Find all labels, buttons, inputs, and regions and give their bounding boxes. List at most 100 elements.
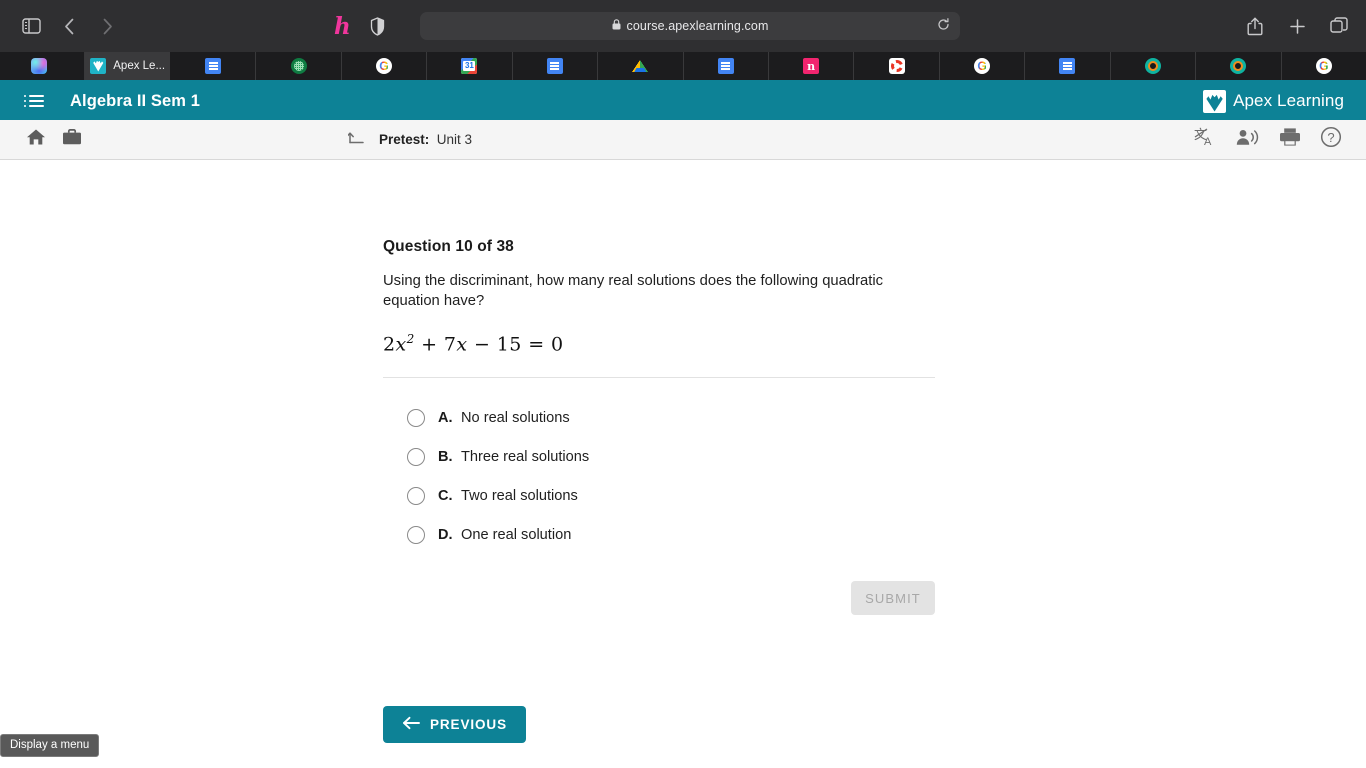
- question-number-heading: Question 10 of 38: [383, 238, 514, 255]
- brand-name: Apex Learning: [1233, 91, 1344, 110]
- google-icon: G: [1315, 58, 1332, 74]
- browser-tab[interactable]: [1025, 52, 1111, 80]
- svg-text:A: A: [1204, 136, 1212, 147]
- browser-tab[interactable]: [684, 52, 769, 80]
- browser-tab[interactable]: n: [769, 52, 855, 80]
- question-panel: Question 10 of 38 Using the discriminant…: [383, 238, 935, 616]
- read-aloud-icon[interactable]: [1236, 128, 1260, 152]
- briefcase-icon[interactable]: [62, 128, 82, 151]
- google-drive-icon: [632, 58, 649, 74]
- equation-coef1: 2: [383, 333, 396, 356]
- google-docs-icon: [546, 58, 563, 74]
- equation-constant: 15: [496, 333, 522, 356]
- shield-icon[interactable]: [361, 9, 395, 43]
- tab-strip: Apex Le... G 31 n G G: [0, 52, 1366, 82]
- option-letter: D.: [438, 526, 453, 543]
- translate-icon[interactable]: 文 A: [1194, 127, 1217, 152]
- divider: [383, 377, 935, 379]
- extensions-group: h: [334, 9, 395, 43]
- status-tooltip: Display a menu: [0, 734, 100, 757]
- honey-extension-icon[interactable]: h: [334, 15, 351, 38]
- submit-row: SUBMIT: [383, 581, 935, 616]
- share-icon[interactable]: [1238, 9, 1272, 43]
- question-prompt: Using the discriminant, how many real so…: [383, 273, 884, 309]
- answer-option-c[interactable]: C. Two real solutions: [383, 476, 935, 515]
- arrow-left-icon: [402, 716, 421, 733]
- google-docs-icon: [717, 58, 734, 74]
- equation-exponent: 2: [406, 332, 415, 347]
- browser-tab[interactable]: 31: [427, 52, 513, 80]
- browser-toolbar: h course.apexlearning.com: [0, 0, 1366, 52]
- browser-tab[interactable]: [854, 52, 940, 80]
- lock-icon: [612, 19, 621, 33]
- option-letter: B.: [438, 448, 453, 465]
- radio-button-b[interactable]: [407, 447, 425, 466]
- browser-tab[interactable]: [256, 52, 342, 80]
- option-letter: C.: [438, 487, 453, 504]
- radio-button-d[interactable]: [407, 525, 425, 544]
- equation-plus: +: [421, 333, 438, 356]
- option-letter: A.: [438, 409, 453, 426]
- radio-button-c[interactable]: [407, 486, 425, 505]
- google-docs-icon: [205, 58, 222, 74]
- activity-toolbar: Pretest: Unit 3 文 A ?: [0, 120, 1366, 160]
- svg-text:?: ?: [1327, 130, 1334, 145]
- equation-rhs: 0: [550, 333, 564, 356]
- toolbar-right-group: 文 A ?: [1194, 126, 1342, 153]
- return-arrow-icon[interactable]: [346, 129, 367, 151]
- equation-equals: =: [528, 333, 545, 356]
- google-docs-icon: [1059, 58, 1076, 74]
- app-header: Algebra II Sem 1 Apex Learning: [0, 82, 1366, 120]
- tab-label: Apex Le...: [113, 60, 166, 72]
- question-content-area: Question 10 of 38 Using the discriminant…: [0, 160, 1366, 760]
- hamburger-menu-icon[interactable]: [24, 95, 46, 107]
- option-text: Two real solutions: [461, 487, 578, 504]
- teal-ring-icon: [1230, 58, 1247, 74]
- answer-option-b[interactable]: B. Three real solutions: [383, 437, 935, 476]
- browser-tab[interactable]: [1111, 52, 1197, 80]
- browser-tab[interactable]: [1196, 52, 1282, 80]
- previous-button[interactable]: PREVIOUS: [383, 706, 526, 743]
- option-text: One real solution: [461, 526, 572, 543]
- option-text: Three real solutions: [461, 448, 590, 465]
- browser-tab[interactable]: [171, 52, 257, 80]
- course-title: Algebra II Sem 1: [70, 91, 200, 110]
- radio-button-a[interactable]: [407, 408, 425, 427]
- browser-tab[interactable]: G: [342, 52, 428, 80]
- plus-icon[interactable]: [1280, 9, 1314, 43]
- back-button[interactable]: [52, 9, 86, 43]
- teal-ring-icon: [1144, 58, 1161, 74]
- browser-tab-active[interactable]: Apex Le...: [85, 52, 171, 80]
- toolbar-left-group: [26, 128, 82, 151]
- browser-tab[interactable]: G: [940, 52, 1026, 80]
- browser-tab[interactable]: [0, 52, 86, 80]
- submit-button[interactable]: SUBMIT: [851, 581, 935, 616]
- answer-option-d[interactable]: D. One real solution: [383, 515, 935, 554]
- tab-overview-icon[interactable]: [1322, 9, 1356, 43]
- address-bar[interactable]: course.apexlearning.com: [420, 12, 960, 40]
- help-icon[interactable]: ?: [1320, 126, 1342, 153]
- home-icon[interactable]: [26, 128, 46, 151]
- previous-button-label: PREVIOUS: [430, 717, 507, 732]
- equation-minus: −: [473, 333, 491, 356]
- copilot-icon: [30, 58, 47, 74]
- green-circle-icon: [290, 58, 307, 74]
- footer-nav: PREVIOUS Display a menu: [0, 698, 1366, 760]
- answer-option-a[interactable]: A. No real solutions: [383, 398, 935, 437]
- browser-tab[interactable]: [598, 52, 684, 80]
- red-ring-icon: [888, 58, 905, 74]
- pink-n-icon: n: [803, 58, 820, 74]
- equation-var1: x: [395, 333, 407, 356]
- url-text: course.apexlearning.com: [626, 19, 769, 33]
- apex-learning-icon: [90, 58, 107, 74]
- option-text: No real solutions: [461, 409, 570, 426]
- browser-tab[interactable]: G: [1282, 52, 1366, 80]
- activity-breadcrumb: Pretest: Unit 3: [346, 129, 472, 151]
- activity-type-label: Pretest:: [379, 131, 430, 147]
- browser-tab[interactable]: [513, 52, 599, 80]
- browser-actions-group: [1238, 9, 1356, 43]
- sidebar-toggle-icon[interactable]: [14, 9, 48, 43]
- forward-button[interactable]: [90, 9, 124, 43]
- print-icon[interactable]: [1279, 127, 1301, 152]
- reload-icon[interactable]: [937, 18, 950, 34]
